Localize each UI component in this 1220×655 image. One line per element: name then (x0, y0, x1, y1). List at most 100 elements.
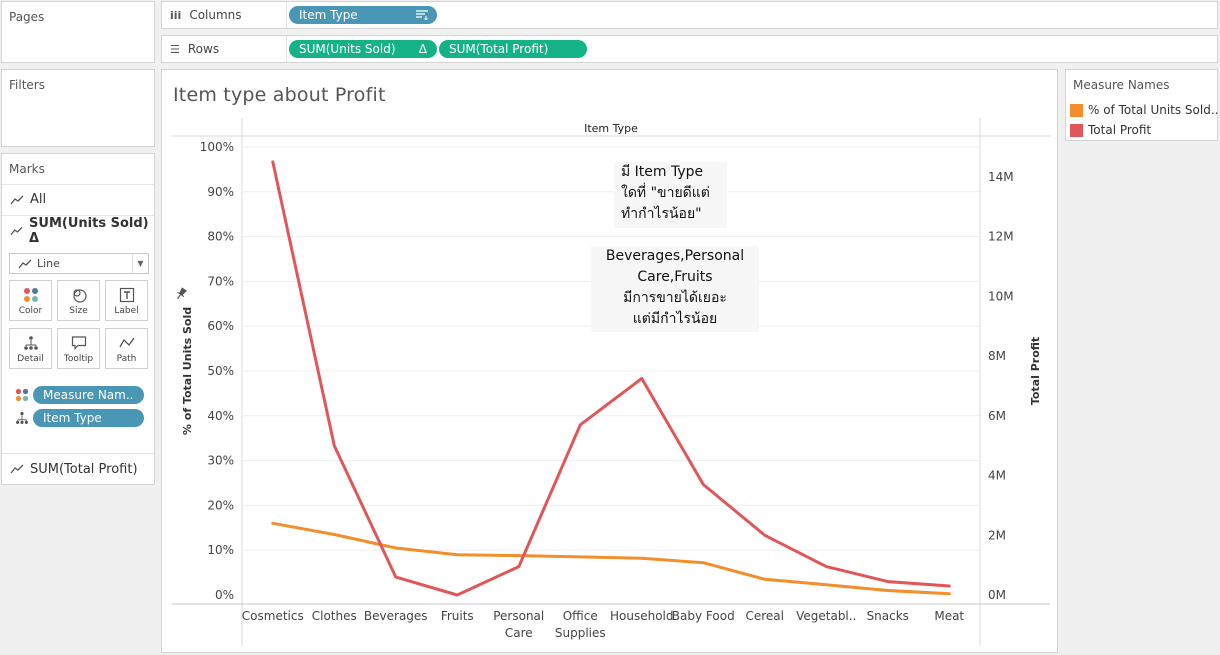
category-label: Fruits (441, 609, 474, 623)
marks-tab-units-sold[interactable]: SUM(Units Sold) Δ (2, 215, 154, 246)
category-label: Supplies (555, 626, 606, 640)
mark-type-dropdown[interactable]: Line ▼ (9, 253, 149, 274)
detail-button-label: Detail (17, 354, 44, 364)
item-type-columns-pill[interactable]: Item Type (289, 6, 437, 24)
rows-shelf-label: ☰ Rows (162, 36, 287, 62)
category-label: Clothes (312, 609, 357, 623)
right-tick-label: 2M (988, 528, 1006, 542)
right-tick-label: 14M (988, 170, 1014, 184)
chart-view[interactable]: Item type about Profit Item Type 0% 10% 20%… (161, 69, 1058, 653)
column-header: Item Type (584, 122, 638, 135)
delta-icon: Δ (418, 42, 427, 56)
left-tick-label: 30% (207, 454, 234, 468)
category-label: Meat (934, 609, 964, 623)
tooltip-button-label: Tooltip (63, 354, 94, 364)
item-type-pill-label: Item Type (43, 411, 102, 425)
right-tick-label: 10M (988, 289, 1014, 303)
annotation-question[interactable]: มี Item Type ใดที่ "ขายดีแต่ ทำกำไรน้อย" (614, 162, 727, 228)
legend-item[interactable]: % of Total Units Sold.. (1070, 102, 1218, 118)
annotation-line: มีการขายได้เยอะ (623, 290, 727, 306)
legend-item[interactable]: Total Profit (1070, 122, 1151, 138)
marks-title: Marks (9, 162, 45, 176)
marks-tab-total-profit[interactable]: SUM(Total Profit) (2, 453, 154, 484)
legend-swatch (1070, 123, 1083, 137)
left-tick-label: 90% (207, 185, 234, 199)
filters-title: Filters (9, 78, 45, 92)
right-tick-label: 6M (988, 409, 1006, 423)
line-chart[interactable]: Item Type 0% 10% 20% 30% 40% 50% 60% 70% 80% 90% 10… (162, 70, 1057, 652)
units-sold-rows-pill[interactable]: SUM(Units Sold) Δ (289, 40, 437, 58)
marks-tab-all-label: All (30, 192, 47, 207)
line-mark-icon (10, 195, 24, 204)
category-label: Personal (493, 609, 544, 623)
marks-tab-units-label: SUM(Units Sold) Δ (29, 215, 149, 246)
pin-icon (177, 287, 187, 300)
filters-card[interactable]: Filters (1, 69, 155, 147)
size-button[interactable]: Size (57, 280, 100, 321)
left-tick-label: 80% (207, 230, 234, 244)
pages-title: Pages (9, 10, 45, 24)
category-label: Snacks (867, 609, 909, 623)
text-label-icon (119, 287, 134, 303)
legend-item-label: Total Profit (1088, 123, 1152, 137)
rows-label-text: Rows (187, 42, 220, 56)
marks-tab-all[interactable]: All (2, 184, 154, 214)
color-dots-icon (23, 288, 38, 302)
left-tick-label: 70% (207, 274, 234, 288)
legend-title: Measure Names (1073, 78, 1170, 92)
label-button[interactable]: Label (105, 280, 148, 321)
sort-icon (416, 10, 428, 20)
rows-pill1-label: SUM(Units Sold) (299, 42, 396, 56)
path-icon (118, 337, 135, 348)
left-tick-label: 40% (207, 409, 234, 423)
right-axis-title: Total Profit (1029, 337, 1042, 405)
item-type-detail-pill[interactable]: Item Type (33, 409, 144, 427)
category-label: Baby Food (672, 609, 735, 623)
total-profit-rows-pill[interactable]: SUM(Total Profit) (439, 40, 587, 58)
marks-card: Marks All SUM(Units Sold) Δ Line ▼ Color… (1, 153, 155, 485)
columns-shelf[interactable]: iii Columns Item Type (161, 1, 1218, 29)
left-tick-label: 10% (207, 543, 234, 557)
rows-icon: ☰ (170, 42, 180, 56)
right-tick-label: 12M (988, 230, 1014, 244)
measure-names-pill-label: Measure Nam.. (43, 388, 134, 402)
mark-type-label: Line (37, 257, 60, 270)
line-mark-icon (10, 464, 24, 474)
annotation-line: Care,Fruits (637, 269, 713, 285)
left-axis-title: % of Total Units Sold (181, 307, 194, 435)
rows-pill2-label: SUM(Total Profit) (449, 42, 549, 56)
columns-icon: iii (170, 8, 182, 22)
line-mark-icon (18, 259, 32, 268)
chevron-down-icon: ▼ (132, 254, 148, 273)
annotation-answer[interactable]: Beverages,Personal Care,Fruits มีการขายไ… (591, 246, 759, 332)
line-mark-icon (10, 226, 23, 235)
detail-icon (16, 412, 28, 424)
series-line-total-profit (271, 160, 951, 597)
left-tick-label: 20% (207, 498, 234, 512)
legend-swatch (1070, 103, 1083, 117)
left-tick-label: 100% (200, 140, 234, 154)
tooltip-icon (71, 336, 86, 350)
detail-button[interactable]: Detail (9, 328, 52, 369)
measure-names-color-pill[interactable]: Measure Nam.. (33, 386, 144, 404)
annotation-line: ทำกำไรน้อย" (621, 206, 702, 222)
category-label: Care (505, 626, 533, 640)
category-label: Vegetabl.. (796, 609, 856, 623)
left-tick-label: 0% (215, 588, 234, 602)
rows-shelf[interactable]: ☰ Rows SUM(Units Sold) Δ SUM(Total Profi… (161, 35, 1218, 63)
category-label: Cosmetics (242, 609, 304, 623)
columns-label-text: Columns (189, 8, 242, 22)
color-button-label: Color (18, 306, 43, 316)
path-button[interactable]: Path (105, 328, 148, 369)
measure-names-legend[interactable]: Measure Names % of Total Units Sold.. To… (1065, 69, 1218, 141)
right-tick-label: 8M (988, 349, 1006, 363)
label-button-label: Label (114, 306, 139, 316)
annotation-line: ใดที่ "ขายดีแต่ (621, 185, 710, 201)
annotation-line: แต่มีกำไรน้อย (632, 311, 718, 327)
color-button[interactable]: Color (9, 280, 52, 321)
tooltip-button[interactable]: Tooltip (57, 328, 100, 369)
size-icon (72, 289, 87, 303)
category-label: Household (610, 609, 674, 623)
category-label: Cereal (745, 609, 784, 623)
category-label: Office (563, 609, 598, 623)
